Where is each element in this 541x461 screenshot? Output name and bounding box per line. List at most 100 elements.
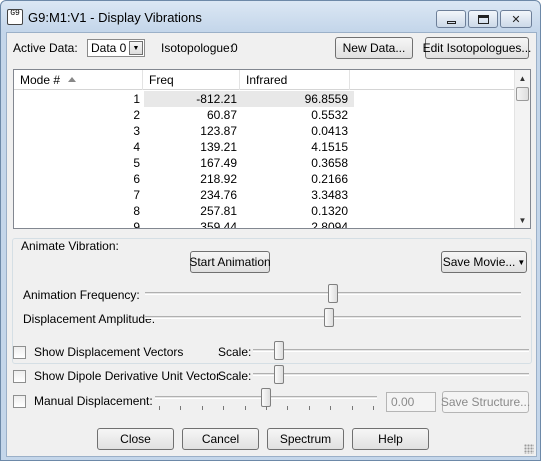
slider-thumb[interactable]: [274, 365, 284, 384]
slider-thumb[interactable]: [274, 341, 284, 360]
save-structure-button[interactable]: Save Structure...: [441, 391, 530, 413]
slider-track: [253, 373, 529, 376]
display-vibrations-window: G9 G9:M1:V1 - Display Vibrations ✕ Activ…: [0, 0, 541, 461]
table-row[interactable]: 8 257.81 0.1320: [14, 203, 516, 219]
column-header-label: Mode #: [20, 73, 61, 87]
close-button[interactable]: Close: [97, 428, 174, 450]
chevron-down-icon[interactable]: ▼: [129, 41, 143, 55]
new-data-button[interactable]: New Data...: [335, 37, 413, 59]
active-data-label: Active Data:: [13, 41, 78, 55]
slider-tick: [201, 406, 203, 410]
dialog-client: Active Data: Data 0 ▼ Isotopologue: 0 Ne…: [6, 32, 537, 457]
show-displacement-vectors-label: Show Displacement Vectors: [34, 345, 184, 359]
slider-tick: [223, 406, 225, 410]
displacement-amplitude-slider[interactable]: [145, 308, 521, 328]
edit-isotopologues-button[interactable]: Edit Isotopologues...: [423, 37, 531, 59]
table-row[interactable]: 5 167.49 0.3658: [14, 155, 516, 171]
column-header-infrared[interactable]: Infrared: [240, 70, 350, 90]
cell-infrared: 0.3658: [311, 156, 348, 170]
column-header-mode[interactable]: Mode #: [14, 70, 143, 90]
table-vertical-scrollbar[interactable]: ▲ ▼: [514, 70, 530, 228]
close-icon: ✕: [511, 13, 521, 26]
table-header: Mode # Freq Infrared: [14, 70, 516, 90]
table-row[interactable]: 3 123.87 0.0413: [14, 123, 516, 139]
scroll-down-icon[interactable]: ▼: [515, 212, 530, 228]
show-dipole-vector-checkbox[interactable]: [13, 370, 26, 383]
slider-thumb[interactable]: [328, 284, 338, 303]
minimize-button[interactable]: [436, 10, 466, 28]
cell-freq: 167.49: [200, 156, 237, 170]
app-icon: G9: [7, 9, 23, 25]
active-data-value: Data 0: [91, 41, 127, 55]
cell-mode: 9: [133, 220, 140, 229]
scroll-up-icon[interactable]: ▲: [515, 70, 530, 86]
window-title: G9:M1:V1 - Display Vibrations: [28, 10, 202, 25]
cell-freq: 123.87: [200, 124, 237, 138]
spectrum-button[interactable]: Spectrum: [267, 428, 344, 450]
manual-displacement-label: Manual Displacement:: [34, 394, 153, 408]
isotopologue-value: 0: [231, 41, 238, 55]
slider-tick: [373, 406, 374, 410]
resize-grip-icon[interactable]: [524, 444, 534, 454]
table-row[interactable]: 7 234.76 3.3483: [14, 187, 516, 203]
help-button[interactable]: Help: [352, 428, 429, 450]
displacement-vectors-scale-slider[interactable]: [253, 341, 529, 361]
animation-frequency-slider[interactable]: [145, 284, 521, 304]
slider-thumb[interactable]: [324, 308, 334, 327]
cell-freq: 139.21: [200, 140, 237, 154]
slider-tick: [266, 406, 267, 410]
cell-mode: 6: [133, 172, 140, 186]
slider-tick: [180, 406, 182, 410]
close-window-button[interactable]: ✕: [500, 10, 532, 28]
isotopologue-label: Isotopologue:: [161, 41, 234, 55]
column-header-freq[interactable]: Freq: [143, 70, 240, 90]
show-dipole-vector-label: Show Dipole Derivative Unit Vector: [34, 369, 221, 383]
cell-infrared: 0.2166: [311, 172, 348, 186]
cell-infrared: 4.1515: [311, 140, 348, 154]
minimize-icon: [446, 20, 456, 24]
table-row[interactable]: 2 60.87 0.5532: [14, 107, 516, 123]
manual-displacement-checkbox[interactable]: [13, 395, 26, 408]
cancel-button[interactable]: Cancel: [182, 428, 259, 450]
table-row[interactable]: 4 139.21 4.1515: [14, 139, 516, 155]
slider-tick: [159, 406, 160, 410]
active-data-combo[interactable]: Data 0 ▼: [87, 39, 145, 57]
start-animation-button[interactable]: Start Animation: [189, 251, 271, 273]
table-row[interactable]: 1 -812.21 96.8559: [14, 91, 516, 107]
vibrations-table[interactable]: Mode # Freq Infrared 1 -812.21 96.8559 2 60.…: [13, 69, 531, 229]
slider-ticks: [155, 406, 377, 411]
maximize-icon: [477, 14, 489, 24]
manual-displacement-slider[interactable]: [155, 388, 377, 411]
cell-freq: -812.21: [196, 92, 237, 106]
manual-displacement-value-field[interactable]: 0.00: [386, 392, 436, 412]
cell-freq: 60.87: [206, 108, 237, 122]
save-movie-button[interactable]: Save Movie... ▼: [441, 251, 527, 273]
slider-tick: [330, 406, 332, 410]
animation-frequency-label: Animation Frequency:: [23, 288, 140, 302]
save-movie-label: Save Movie...: [442, 255, 516, 269]
cell-infrared: 3.3483: [311, 188, 348, 202]
table-body: 1 -812.21 96.8559 2 60.87 0.5532 3 123.87 0.0413…: [14, 91, 516, 229]
slider-thumb[interactable]: [261, 388, 271, 407]
dipole-vector-scale-slider[interactable]: [253, 365, 529, 385]
cell-infrared: 0.5532: [311, 108, 348, 122]
cell-infrared: 0.0413: [311, 124, 348, 138]
table-row[interactable]: 9 359.44 2.8094: [14, 219, 516, 229]
cell-mode: 1: [133, 92, 140, 106]
dipole-scale-label: Scale:: [218, 369, 252, 383]
maximize-button[interactable]: [468, 10, 498, 28]
cell-infrared: 2.8094: [311, 220, 348, 229]
scroll-thumb[interactable]: [516, 87, 529, 101]
cell-mode: 8: [133, 204, 140, 218]
show-displacement-vectors-checkbox[interactable]: [13, 346, 26, 359]
cell-mode: 7: [133, 188, 140, 202]
cell-mode: 2: [133, 108, 140, 122]
table-row[interactable]: 6 218.92 0.2166: [14, 171, 516, 187]
cell-infrared: 0.1320: [311, 204, 348, 218]
displacement-scale-label: Scale:: [218, 345, 252, 359]
cell-mode: 5: [133, 156, 140, 170]
slider-tick: [287, 406, 289, 410]
cell-mode: 4: [133, 140, 140, 154]
title-bar[interactable]: G9 G9:M1:V1 - Display Vibrations ✕: [1, 1, 540, 31]
slider-tick: [244, 406, 246, 410]
